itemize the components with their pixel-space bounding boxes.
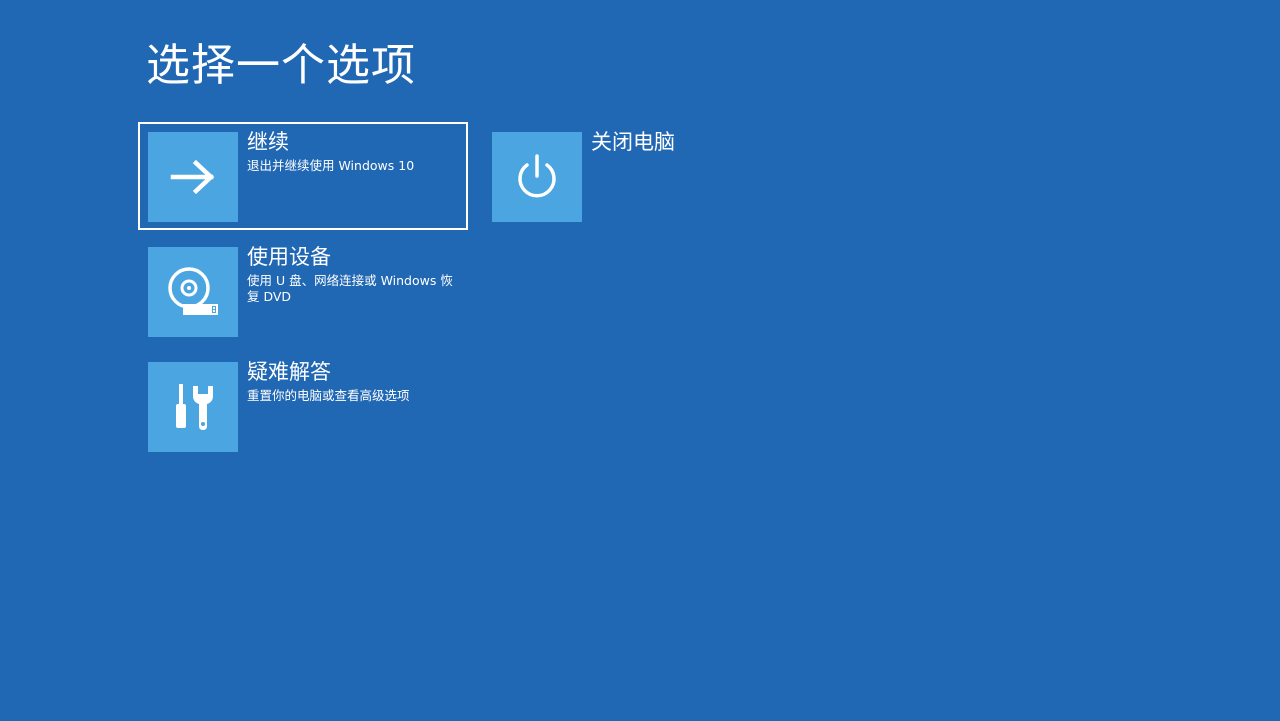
shutdown-title: 关闭电脑 [591, 130, 675, 154]
shutdown-tile[interactable] [492, 132, 582, 222]
power-icon [518, 154, 556, 198]
use-device-tile[interactable] [148, 247, 238, 337]
arrow-right-icon [170, 160, 215, 194]
page-title: 选择一个选项 [146, 40, 416, 91]
use-device-description: 使用 U 盘、网络连接或 Windows 恢复 DVD [247, 273, 453, 304]
disc-usb-icon [168, 267, 218, 315]
troubleshoot-title: 疑难解答 [247, 360, 331, 384]
continue-option[interactable]: 继续 退出并继续使用 Windows 10 [138, 122, 468, 230]
troubleshoot-tile[interactable] [148, 362, 238, 452]
use-device-option[interactable]: 使用设备 使用 U 盘、网络连接或 Windows 恢复 DVD [138, 237, 468, 345]
troubleshoot-option[interactable]: 疑难解答 重置你的电脑或查看高级选项 [138, 352, 468, 460]
continue-tile[interactable] [148, 132, 238, 222]
continue-title: 继续 [247, 130, 289, 154]
use-device-title: 使用设备 [247, 245, 331, 269]
continue-description: 退出并继续使用 Windows 10 [247, 158, 415, 173]
tools-icon [176, 384, 213, 430]
boot-options-screen: 选择一个选项 继续 退出并继续使用 Windows 10 使用设备 使用 U 盘… [0, 0, 1280, 721]
troubleshoot-description: 重置你的电脑或查看高级选项 [247, 388, 410, 403]
shutdown-option[interactable]: 关闭电脑 [482, 122, 732, 230]
